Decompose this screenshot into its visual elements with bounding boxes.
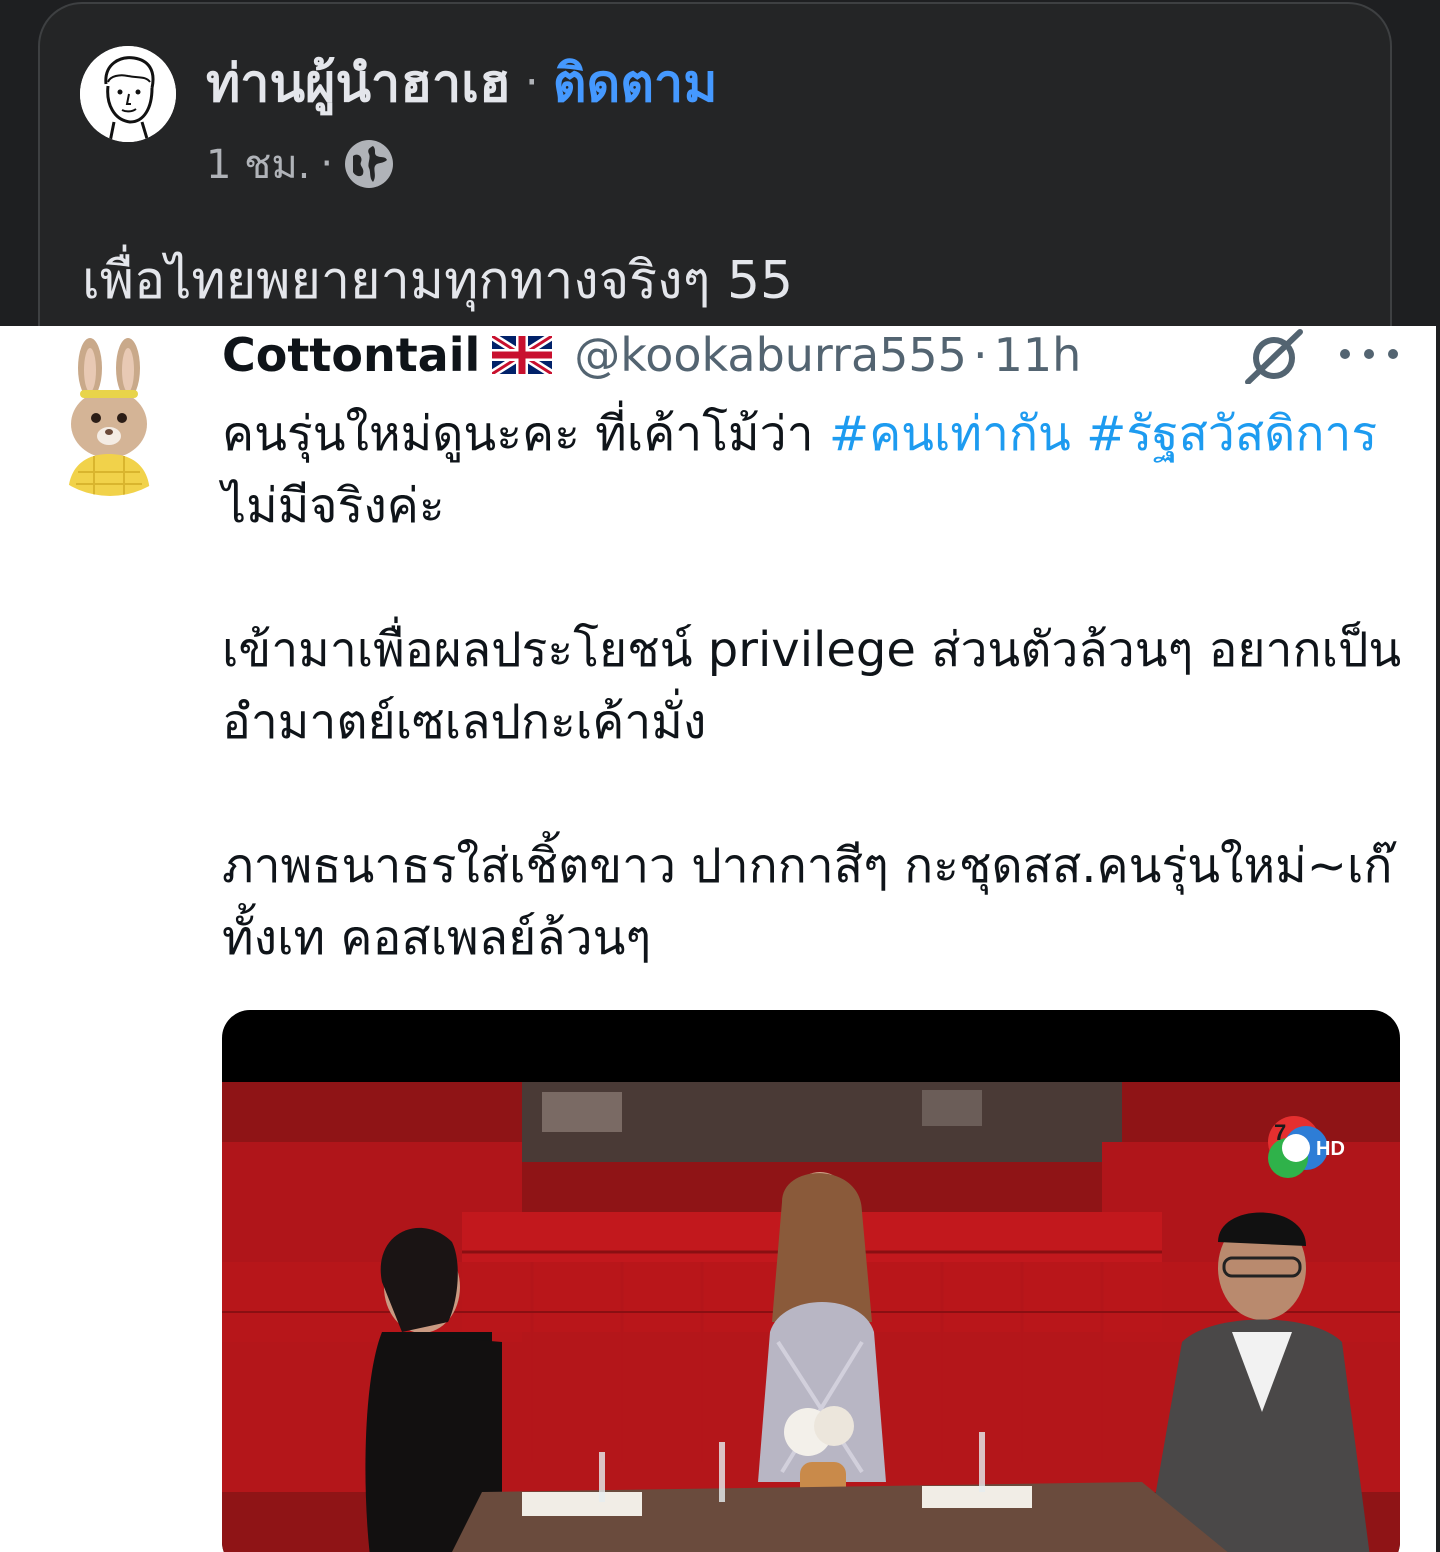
tweet-text-space — [1071, 406, 1086, 462]
header-separator: · — [524, 56, 539, 108]
channel-hd-label: HD — [1316, 1138, 1345, 1160]
post-meta: 1 ชม. · — [206, 136, 395, 192]
avatar-cartoon-face-icon — [80, 46, 176, 142]
post-timestamp[interactable]: 1 ชม. — [206, 132, 310, 196]
tweet-avatar — [28, 332, 192, 496]
circle-slash-icon — [1245, 329, 1303, 384]
post-header: ท่านผู้นำฮาเฮ · ติดตาม — [206, 44, 717, 120]
tweet-text-tail: ไม่มีจริงค่ะ — [222, 478, 445, 534]
tweet-media-photo: 7 HD — [222, 1010, 1400, 1552]
hashtag-equality: #คนเท่ากัน — [828, 406, 1071, 462]
tweet-handle: @kookaburra555 — [574, 328, 967, 382]
globe-icon[interactable] — [343, 138, 395, 190]
hashtag-welfare-state: #รัฐสวัสดิการ — [1086, 406, 1378, 462]
follow-button[interactable]: ติดตาม — [553, 41, 718, 124]
more-options-icon — [1340, 334, 1398, 374]
tweet-header: Cottontail @kookaburra555 · 11h — [222, 326, 1081, 384]
tweet-paragraph-3: ภาพธนาธรใส่เชิ้ตขาว ปากกาสีๆ กะชุดสส.คนร… — [222, 838, 1393, 966]
tweet-paragraph-2: เข้ามาเพื่อผลประโยชน์ privilege ส่วนตัวล… — [222, 622, 1402, 750]
embedded-tweet-image[interactable]: Cottontail @kookaburra555 · 11h คนรุ่นให… — [0, 326, 1436, 1552]
tweet-time-separator: · — [972, 328, 988, 382]
tweet-text-part: คนรุ่นใหม่ดูนะคะ ที่เค้าโม้ว่า — [222, 406, 829, 462]
tweet-paragraph-1: คนรุ่นใหม่ดูนะคะ ที่เค้าโม้ว่า #คนเท่ากั… — [222, 398, 1412, 542]
restaurant-scene-image — [222, 1082, 1400, 1552]
author-name[interactable]: ท่านผู้นำฮาเฮ — [206, 41, 511, 124]
post-caption: เพื่อไทยพยายามทุกทางจริงๆ 55 — [82, 251, 794, 311]
tweet-text: คนรุ่นใหม่ดูนะคะ ที่เค้าโม้ว่า #คนเท่ากั… — [222, 398, 1412, 974]
uk-flag-icon — [492, 336, 553, 374]
author-avatar[interactable] — [80, 46, 176, 142]
rabbit-avatar-icon — [28, 332, 192, 496]
meta-separator: · — [320, 141, 334, 187]
tweet-time: 11h — [993, 328, 1082, 382]
channel-number: 7 — [1274, 1120, 1287, 1145]
tweet-display-name: Cottontail — [222, 328, 481, 382]
